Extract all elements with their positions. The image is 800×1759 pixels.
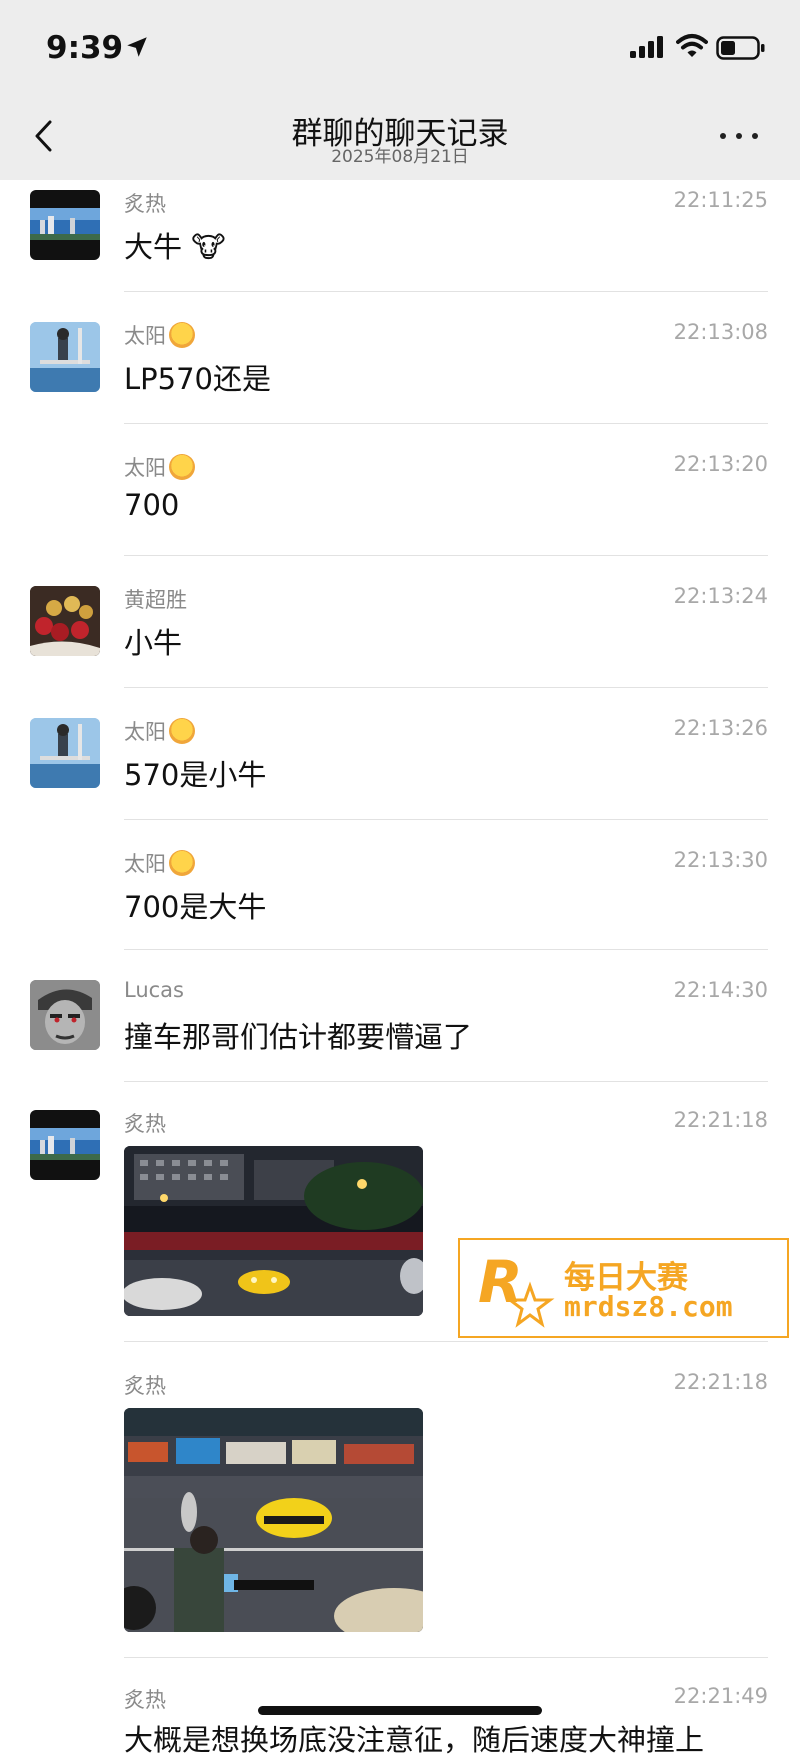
- more-options-icon[interactable]: [720, 128, 764, 144]
- sender-name: 黄超胜: [124, 588, 187, 612]
- message-text[interactable]: 撞车那哥们估计都要懵逼了: [124, 1014, 472, 1056]
- message-text[interactable]: 700: [124, 488, 179, 522]
- message-time: 22:13:24: [673, 584, 768, 608]
- message-time: 22:13:08: [673, 320, 768, 344]
- page-date: 2025年08月21日: [331, 147, 469, 167]
- avatar[interactable]: [30, 718, 100, 788]
- message-row: 炙热 22:21:18: [0, 1366, 800, 1660]
- message-time: 22:13:20: [673, 452, 768, 476]
- sender-name: 太阳: [124, 848, 195, 878]
- message-row: 太阳 22:13:30 700是大牛: [0, 840, 800, 952]
- sender-name: 太阳: [124, 716, 195, 746]
- watermark-url: mrdsz8.com: [564, 1290, 733, 1323]
- cellular-signal-icon: [630, 36, 663, 58]
- message-text[interactable]: 570是小牛: [124, 752, 266, 794]
- divider: [124, 1657, 768, 1658]
- sender-name: 炙热: [124, 192, 166, 216]
- sender-name: 炙热: [124, 1688, 166, 1712]
- message-time: 22:21:18: [673, 1108, 768, 1132]
- message-row: 太阳 22:13:20 700: [0, 444, 800, 556]
- message-text[interactable]: 700是大牛: [124, 884, 266, 926]
- avatar[interactable]: [30, 322, 100, 392]
- avatar[interactable]: [30, 586, 100, 656]
- sender-label: 太阳: [124, 324, 166, 348]
- divider: [124, 423, 768, 424]
- message-text[interactable]: 小牛: [124, 620, 182, 662]
- message-row: 黄超胜 22:13:24 小牛: [0, 576, 800, 688]
- watermark-logo: R: [478, 1248, 555, 1328]
- sender-label: 太阳: [124, 852, 166, 876]
- sender-label: 太阳: [124, 456, 166, 480]
- sender-name: 炙热: [124, 1112, 166, 1136]
- location-arrow-icon: [127, 37, 147, 57]
- message-text[interactable]: 大牛 🐮: [124, 224, 226, 266]
- divider: [124, 819, 768, 820]
- avatar[interactable]: [30, 190, 100, 260]
- message-text-partial[interactable]: 大概是想换场底没注意征，随后速度大神撞上: [124, 1717, 704, 1759]
- message-time: 22:21:49: [673, 1684, 768, 1708]
- divider: [124, 555, 768, 556]
- sun-emoji-icon: [169, 850, 195, 876]
- status-time: 9:39: [46, 30, 124, 66]
- wifi-icon: [676, 34, 708, 57]
- sun-emoji-icon: [169, 454, 195, 480]
- watermark-banner: R 每日大赛 mrdsz8.com: [458, 1238, 789, 1338]
- message-time: 22:21:18: [673, 1370, 768, 1394]
- sun-emoji-icon: [169, 322, 195, 348]
- message-row: 太阳 22:13:26 570是小牛: [0, 708, 800, 820]
- message-time: 22:13:30: [673, 848, 768, 872]
- sender-label: 太阳: [124, 720, 166, 744]
- avatar[interactable]: [30, 1110, 100, 1180]
- message-row: 太阳 22:13:08 LP570还是: [0, 312, 800, 424]
- message-time: 22:13:26: [673, 716, 768, 740]
- message-row: 炙热 22:11:25 大牛 🐮: [0, 180, 800, 292]
- divider: [124, 291, 768, 292]
- sender-name: 太阳: [124, 320, 195, 350]
- divider: [124, 1081, 768, 1082]
- avatar[interactable]: [30, 980, 100, 1050]
- message-time: 22:11:25: [673, 188, 768, 212]
- sender-name: Lucas: [124, 978, 184, 1002]
- divider: [124, 1341, 768, 1342]
- sender-name: 太阳: [124, 452, 195, 482]
- message-text[interactable]: LP570还是: [124, 356, 271, 398]
- home-indicator[interactable]: [258, 1706, 542, 1715]
- photo-thumbnail[interactable]: [124, 1146, 423, 1316]
- divider: [124, 687, 768, 688]
- message-time: 22:14:30: [673, 978, 768, 1002]
- sender-name: 炙热: [124, 1374, 166, 1398]
- sun-emoji-icon: [169, 718, 195, 744]
- battery-icon: [716, 36, 765, 60]
- divider: [124, 949, 768, 950]
- photo-thumbnail[interactable]: [124, 1408, 423, 1632]
- message-row: Lucas 22:14:30 撞车那哥们估计都要懵逼了: [0, 972, 800, 1084]
